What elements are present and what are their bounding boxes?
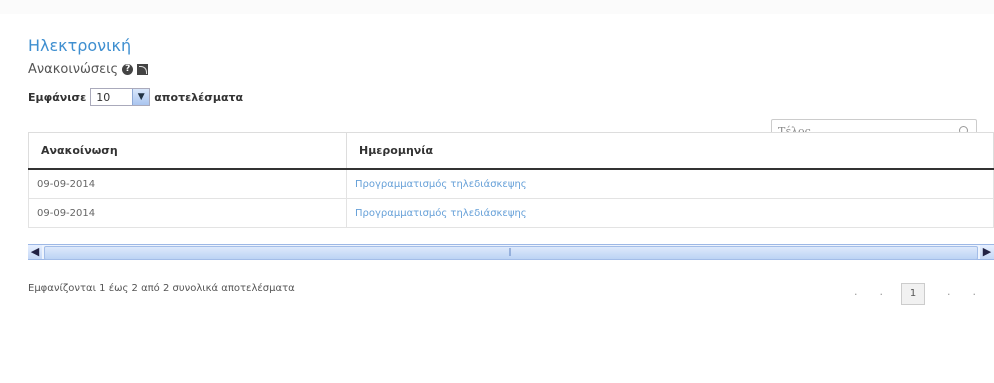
page-length-value: 10 xyxy=(96,90,111,104)
top-strip xyxy=(0,0,994,14)
scroll-left-icon[interactable]: ◀ xyxy=(28,245,42,259)
column-header-date[interactable]: Ημερομηνία xyxy=(346,132,994,170)
row-date: 09-09-2014 xyxy=(28,168,347,199)
chevron-down-icon[interactable]: ▼ xyxy=(132,89,150,105)
column-header-announcement[interactable]: Ανακοίνωση xyxy=(28,132,347,170)
section-subtitle: Ανακοινώσεις ? xyxy=(28,62,149,77)
scrollbar-grip-icon: ‖ xyxy=(508,247,512,256)
row-date: 09-09-2014 xyxy=(28,198,347,228)
first-page-button[interactable]: · xyxy=(854,288,858,301)
row-title-link[interactable]: Προγραμματισμός τηλεδιάσκεψης xyxy=(346,198,994,228)
pagination: · · 1 · · xyxy=(832,283,976,305)
table-row: 09-09-2014 Προγραμματισμός τηλεδιάσκεψης xyxy=(28,198,994,228)
page-length-select[interactable]: 10 ▼ xyxy=(90,88,151,106)
table-header-row: Ανακοίνωση Ημερομηνία xyxy=(28,132,994,170)
page-length-control: Εμφάνισε 10 ▼ αποτελέσματα xyxy=(28,88,243,106)
announcements-table: Ανακοίνωση Ημερομηνία 09-09-2014 Προγραμ… xyxy=(28,132,994,228)
row-title-link[interactable]: Προγραμματισμός τηλεδιάσκεψης xyxy=(346,168,994,199)
horizontal-scrollbar[interactable]: ◀ ‖ ▶ xyxy=(28,244,994,260)
next-page-button[interactable]: · xyxy=(947,288,951,301)
rss-icon[interactable] xyxy=(137,64,149,75)
page-button-current[interactable]: 1 xyxy=(901,283,925,305)
table-row: 09-09-2014 Προγραμματισμός τηλεδιάσκεψης xyxy=(28,168,994,199)
subtitle-text: Ανακοινώσεις xyxy=(28,62,119,77)
previous-page-button[interactable]: · xyxy=(880,288,884,301)
length-suffix: αποτελέσματα xyxy=(154,90,244,104)
page-title: Ηλεκτρονική xyxy=(28,36,132,55)
results-info: Εμφανίζονται 1 έως 2 από 2 συνολικά αποτ… xyxy=(28,283,295,294)
help-icon[interactable]: ? xyxy=(122,64,134,75)
length-prefix: Εμφάνισε xyxy=(28,90,87,104)
scroll-right-icon[interactable]: ▶ xyxy=(980,245,994,259)
last-page-button[interactable]: · xyxy=(973,288,977,301)
